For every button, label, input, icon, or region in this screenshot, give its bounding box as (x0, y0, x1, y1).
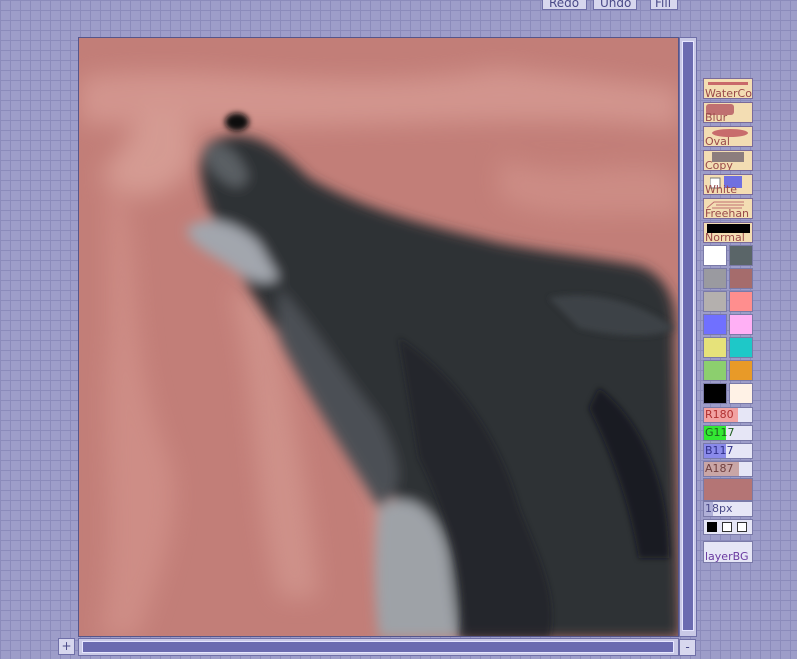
tool-label: WaterCo (705, 87, 752, 99)
tool-label: Oval (705, 135, 730, 147)
tool-watercolor[interactable]: WaterCo (703, 78, 753, 99)
drawing-canvas[interactable] (78, 37, 679, 637)
blue-slider[interactable]: B117 (703, 443, 753, 459)
tool-label: White (705, 183, 737, 195)
vertical-scrollbar[interactable] (679, 37, 697, 637)
tool-copy[interactable]: Copy (703, 150, 753, 171)
layer-label: layerBG (705, 550, 749, 563)
color-swatch[interactable] (703, 291, 727, 312)
tool-oval[interactable]: Oval (703, 126, 753, 147)
color-swatch[interactable] (703, 245, 727, 266)
color-swatch[interactable] (729, 383, 753, 404)
layer-button[interactable]: layerBG (703, 541, 753, 563)
brush-size-value: 18px (705, 502, 733, 515)
color-swatch[interactable] (729, 360, 753, 381)
color-swatch[interactable] (703, 314, 727, 335)
color-swatch[interactable] (703, 383, 727, 404)
color-swatch[interactable] (703, 360, 727, 381)
tool-blur[interactable]: Blur (703, 102, 753, 123)
color-swatch[interactable] (703, 337, 727, 358)
tool-label: Freehan (705, 207, 750, 219)
tool-label: Blur (705, 111, 728, 123)
blue-value: B117 (705, 444, 734, 457)
undo-button[interactable]: Undo (593, 0, 637, 10)
tool-normal[interactable]: Normal (703, 222, 753, 243)
tool-label: Normal (705, 231, 745, 243)
current-color-preview (703, 478, 753, 501)
color-swatch[interactable] (729, 291, 753, 312)
brush-shape-solid[interactable] (707, 522, 717, 532)
red-value: R180 (705, 408, 734, 421)
color-swatch[interactable] (729, 314, 753, 335)
wolf-painting (79, 38, 678, 636)
alpha-slider[interactable]: A187 (703, 461, 753, 477)
fill-button[interactable]: Fill (650, 0, 678, 10)
horizontal-scrollbar[interactable] (78, 638, 679, 656)
color-swatch[interactable] (703, 268, 727, 289)
zoom-in-button[interactable]: + (58, 638, 75, 655)
horizontal-scroll-thumb[interactable] (82, 641, 674, 653)
brush-shape-hollow-alt[interactable] (737, 522, 747, 532)
brush-shape-selector[interactable] (703, 519, 753, 535)
tool-freehand[interactable]: Freehan (703, 198, 753, 219)
color-swatch[interactable] (729, 268, 753, 289)
vertical-scroll-thumb[interactable] (682, 41, 694, 631)
alpha-value: A187 (705, 462, 734, 475)
zoom-out-button[interactable]: - (679, 639, 696, 656)
brush-size-slider[interactable]: 18px (703, 501, 753, 517)
color-swatch[interactable] (729, 337, 753, 358)
red-slider[interactable]: R180 (703, 407, 753, 423)
tool-white[interactable]: White (703, 174, 753, 195)
tool-label: Copy (705, 159, 733, 171)
green-value: G117 (705, 426, 735, 439)
brush-shape-hollow[interactable] (722, 522, 732, 532)
redo-button[interactable]: Redo (542, 0, 587, 10)
green-slider[interactable]: G117 (703, 425, 753, 441)
color-swatch[interactable] (729, 245, 753, 266)
